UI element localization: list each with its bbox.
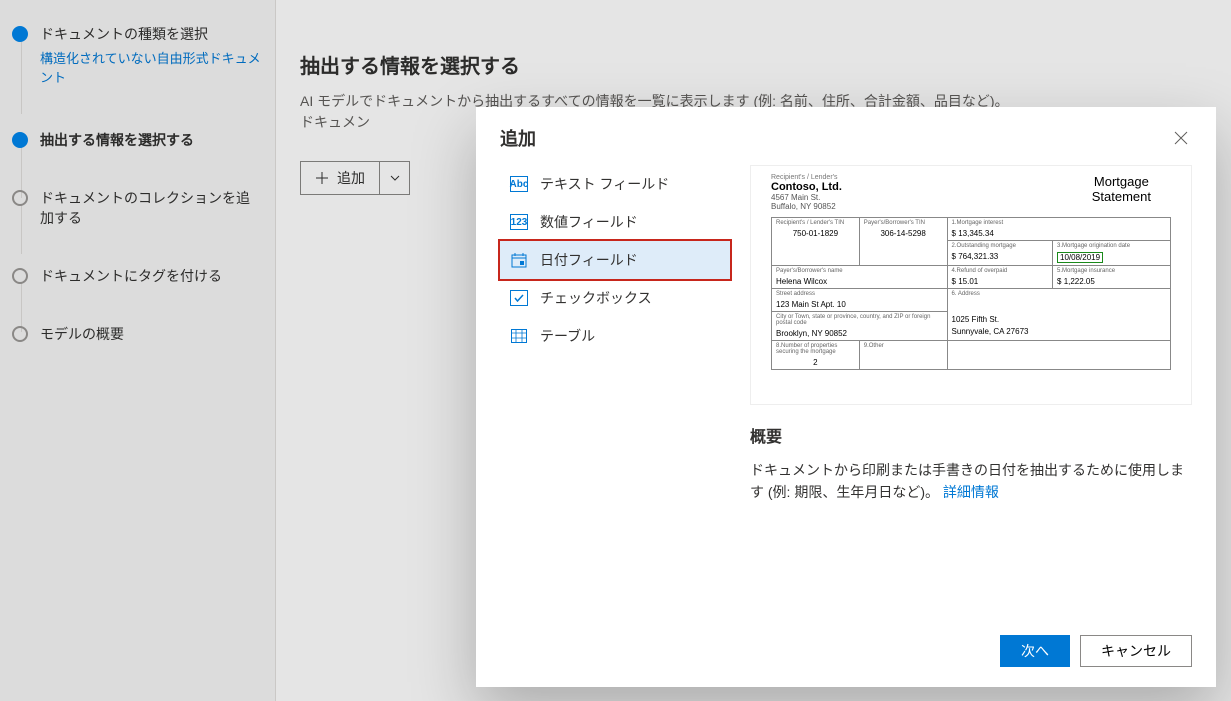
document-preview: Recipient's / Lender's Contoso, Ltd. 456… (750, 165, 1192, 405)
field-label: チェックボックス (540, 288, 652, 308)
field-number[interactable]: 123 数値フィールド (500, 203, 730, 241)
overview-heading: 概要 (750, 423, 1192, 447)
checkbox-field-icon (510, 290, 528, 306)
preview-label: Recipient's / Lender's (771, 174, 842, 181)
table-field-icon (510, 328, 528, 344)
preview-addr2: Buffalo, NY 90852 (771, 202, 842, 211)
field-label: 数値フィールド (540, 212, 638, 232)
preview-company: Contoso, Ltd. (771, 181, 842, 193)
field-type-list: Abc テキスト フィールド 123 数値フィールド 日付フィールド チェックボ… (500, 165, 730, 621)
add-field-dialog: 追加 Abc テキスト フィールド 123 数値フィールド 日付フィールド (476, 107, 1216, 687)
number-field-icon: 123 (510, 214, 528, 230)
field-preview-panel: Recipient's / Lender's Contoso, Ltd. 456… (750, 165, 1192, 621)
date-field-icon (510, 252, 528, 268)
field-label: テーブル (540, 326, 595, 346)
field-label: テキスト フィールド (540, 174, 669, 194)
overview-text: ドキュメントから印刷または手書きの日付を抽出するために使用します (例: 期限、… (750, 459, 1192, 504)
field-text[interactable]: Abc テキスト フィールド (500, 165, 730, 203)
field-date[interactable]: 日付フィールド (500, 241, 730, 279)
more-info-link[interactable]: 詳細情報 (943, 484, 999, 500)
cancel-button[interactable]: キャンセル (1080, 635, 1192, 667)
close-icon[interactable] (1170, 127, 1192, 149)
preview-doc-title: Mortgage (1092, 174, 1151, 189)
preview-addr1: 4567 Main St. (771, 193, 842, 202)
field-checkbox[interactable]: チェックボックス (500, 279, 730, 317)
dialog-title: 追加 (500, 125, 536, 151)
field-table[interactable]: テーブル (500, 317, 730, 355)
next-button[interactable]: 次へ (1000, 635, 1070, 667)
preview-doc-title2: Statement (1092, 189, 1151, 204)
field-label: 日付フィールド (540, 250, 638, 270)
highlighted-date: 10/08/2019 (1057, 252, 1103, 263)
text-field-icon: Abc (510, 176, 528, 192)
preview-table: Recipient's / Lender's TIN750-01-1829 Pa… (771, 217, 1171, 370)
